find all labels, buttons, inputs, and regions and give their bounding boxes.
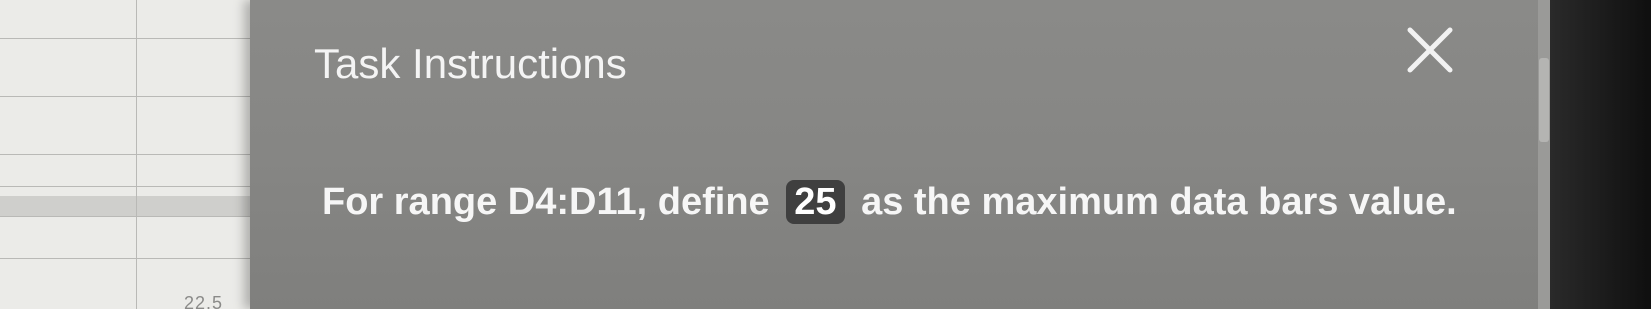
dialog-title: Task Instructions — [314, 40, 627, 87]
grid-line — [0, 186, 262, 187]
grid-line — [0, 38, 262, 39]
instruction-prefix: For range D4:D11, define — [322, 181, 770, 223]
cell-value: 22.5 — [184, 293, 224, 309]
selected-row-band — [0, 196, 262, 216]
screen-bezel — [1550, 0, 1651, 309]
screen: 22.5 Task Instructions For range D4:D11,… — [0, 0, 1651, 309]
close-button[interactable] — [1402, 22, 1458, 78]
grid-line — [0, 216, 262, 217]
grid-line — [0, 96, 262, 97]
scrollbar-thumb[interactable] — [1539, 58, 1549, 142]
instruction-suffix: as the maximum data bars value. — [861, 181, 1457, 223]
spreadsheet-background: 22.5 — [0, 0, 262, 309]
scrollbar-track[interactable] — [1538, 0, 1550, 309]
instruction-text: For range D4:D11, define 25 as the maxim… — [322, 170, 1472, 234]
task-instructions-dialog: Task Instructions For range D4:D11, defi… — [250, 0, 1550, 309]
grid-line — [0, 258, 262, 259]
grid-line — [0, 154, 262, 155]
highlighted-value: 25 — [786, 180, 845, 224]
grid-line — [136, 0, 137, 309]
close-icon — [1407, 27, 1453, 73]
